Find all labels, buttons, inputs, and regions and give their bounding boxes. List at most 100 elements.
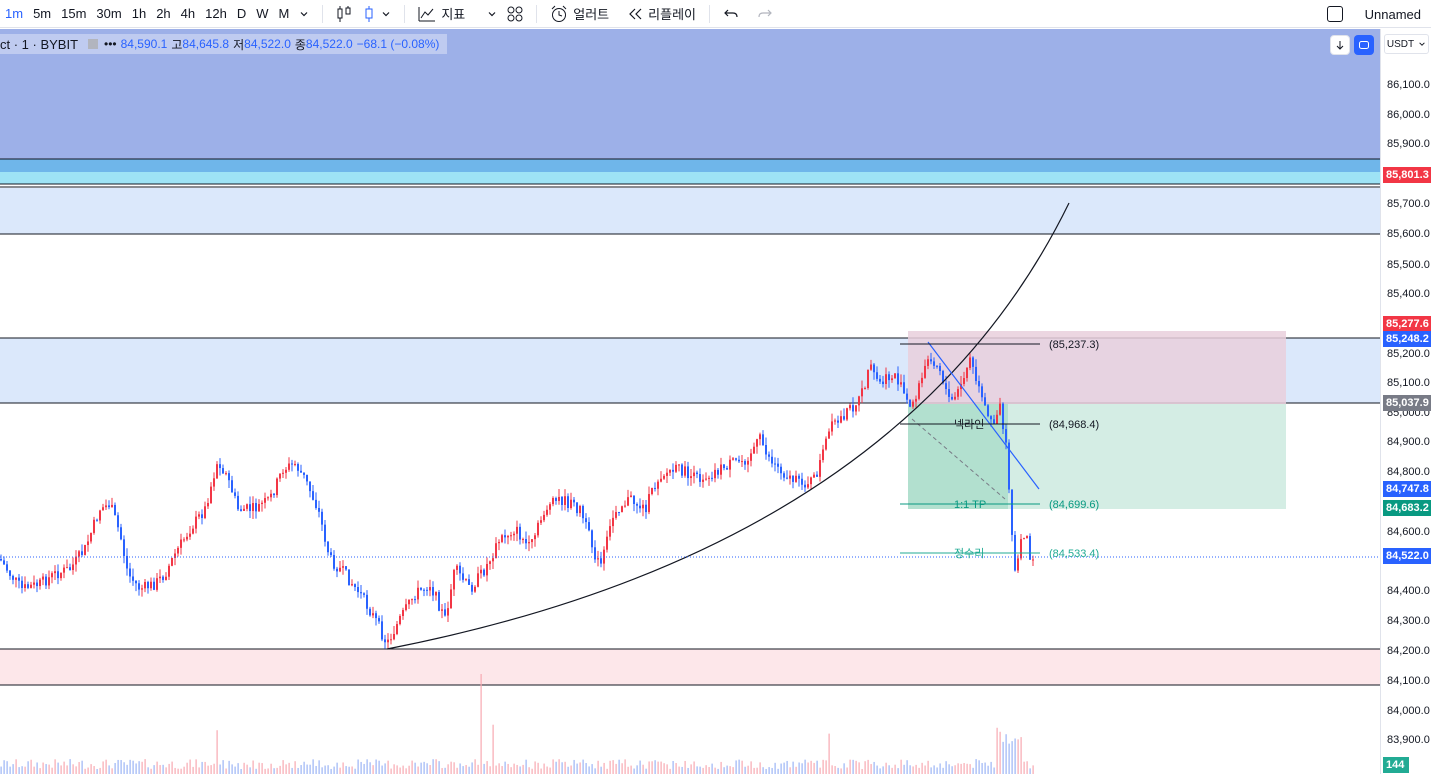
toolbar-divider [536,4,538,23]
candle-body [963,378,965,384]
candle-body [990,416,992,420]
volume-bar [336,762,338,774]
candle-body [798,475,800,479]
volume-bar [312,759,314,774]
candle-body [402,610,404,617]
candle-body [219,464,221,469]
layout-button[interactable] [502,0,528,28]
candle-body [621,506,623,513]
volume-bar [645,768,647,774]
candle-body [489,561,491,564]
candle-body [39,579,41,587]
bar-style-button[interactable] [331,0,357,28]
candle-body [627,497,629,506]
undo-button[interactable] [718,0,744,28]
candle-body [0,559,2,561]
volume-bar [60,765,62,774]
timeframe-1h[interactable]: 1h [127,0,151,28]
volume-bar [177,768,179,774]
volume-bar [72,764,74,774]
redo-button[interactable] [752,0,778,28]
volume-bar [360,761,362,774]
sync-button[interactable] [1354,35,1374,55]
candle-body [447,608,449,616]
volume-bar [624,759,626,774]
volume-bar [708,767,710,774]
candle-body [678,464,680,466]
volume-bar [804,759,806,774]
timeframe-5m[interactable]: 5m [28,0,56,28]
candle-body [825,438,827,450]
price-scale[interactable]: 86,100.0 86,000.0 85,900.0 85,700.0 85,600.0… [1380,29,1431,774]
candle-body [228,473,230,481]
candle-body [69,567,71,571]
chart-area[interactable]: (85,237.3) 넥라인 (84,968.4) 1:1 TP (84,699… [0,29,1380,774]
volume-bar [480,674,482,774]
timeframe-30m[interactable]: 30m [91,0,126,28]
volume-bar [330,768,332,774]
timeframe-M[interactable]: M [274,0,295,28]
volume-bar [561,762,563,774]
candle-body [615,512,617,518]
price-tick: 84,200.0 [1387,645,1430,657]
candle-body [513,533,515,536]
volume-bar [450,761,452,774]
currency-select[interactable]: USDT [1384,34,1429,54]
volume-bar [57,762,59,774]
price-chart[interactable]: (85,237.3) 넥라인 (84,968.4) 1:1 TP (84,699… [0,29,1380,774]
candle-body [870,364,872,370]
layout-name[interactable]: Unnamed [1326,0,1421,28]
price-label: 85,801.3 [1383,167,1431,183]
volume-bar [957,763,959,774]
indicators-dropdown-button[interactable] [482,0,502,28]
candle-body [288,463,290,470]
replay-button[interactable]: 리플레이 [622,0,701,28]
candle-body [564,496,566,505]
volume-bar [237,763,239,774]
candle-body [699,474,701,482]
candle-body [258,504,260,512]
volume-bar [567,766,569,774]
candle-body [297,463,299,471]
candle-body [867,369,869,389]
volume-bar [24,766,26,774]
timeframe-12h[interactable]: 12h [200,0,232,28]
candle-body [612,517,614,527]
candle-body [201,514,203,519]
timeframe-W[interactable]: W [251,0,273,28]
candle-body [525,539,527,544]
candle-body [759,434,761,440]
indicators-button[interactable]: 지표 [413,0,470,28]
volume-bar [534,761,536,774]
volume-bar [600,766,602,774]
timeframe-D[interactable]: D [232,0,251,28]
price-tick: 84,600.0 [1387,526,1430,538]
timeframe-1m[interactable]: 1m [0,0,28,28]
volume-bar [258,762,260,774]
volume-bar [564,761,566,774]
volume-bar [870,764,872,774]
volume-bar [255,768,257,774]
alert-label: 얼러트 [573,7,610,22]
volume-bar [876,765,878,774]
volume-bar [597,760,599,774]
candle-body [987,405,989,417]
candle-body [666,472,668,476]
candle-body [438,592,440,611]
candle-style-button[interactable] [357,0,396,28]
volume-bar [912,766,914,774]
alert-button[interactable]: 얼러트 [545,0,614,28]
symbol-legend[interactable]: ct · 1 · BYBIT ••• 84,590.1 고 84,645.8 저8… [0,34,448,54]
candle-body [381,621,383,640]
timeframe-2h[interactable]: 2h [151,0,175,28]
scroll-down-button[interactable] [1330,35,1350,55]
volume-bar [786,760,788,774]
layout-checkbox[interactable] [1326,6,1343,22]
more-icon[interactable]: ••• [104,37,117,51]
candle-body [975,366,977,382]
timeframe-15m[interactable]: 15m [56,0,91,28]
candle-body [948,389,950,397]
candle-body [327,541,329,553]
timeframe-4h[interactable]: 4h [176,0,200,28]
timeframe-dropdown-button[interactable] [294,0,314,28]
